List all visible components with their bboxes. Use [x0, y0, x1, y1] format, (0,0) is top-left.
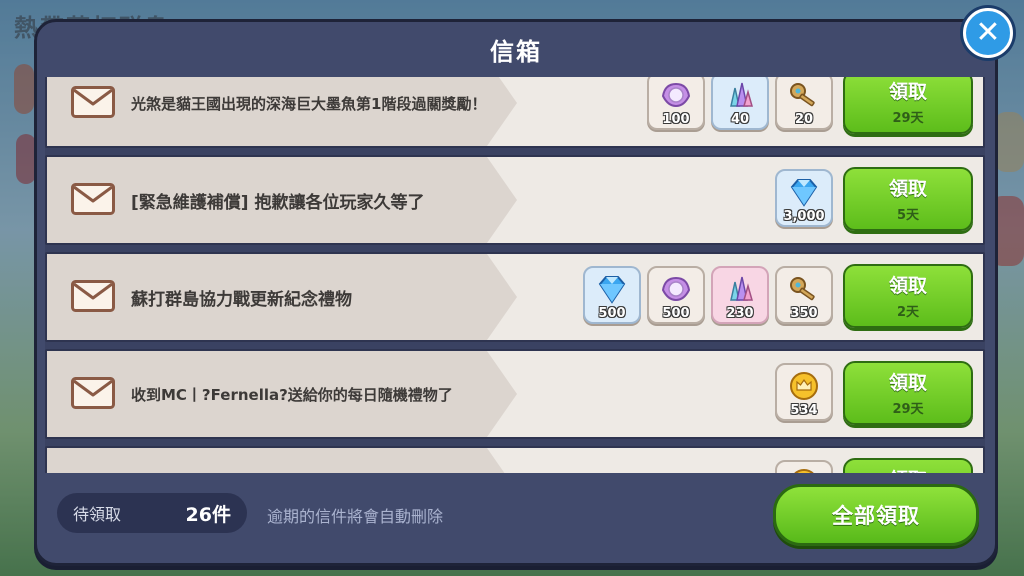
- reward-list: [775, 460, 833, 473]
- reward-quantity: 230: [726, 306, 754, 321]
- crystal-cluster-icon: [723, 268, 757, 308]
- reward-list: 500 500 230 350: [583, 266, 833, 324]
- reward-list: 100 40 20: [647, 77, 833, 130]
- pending-counter: 待領取 26件: [57, 493, 247, 533]
- claim-all-button[interactable]: 全部領取: [773, 484, 979, 546]
- diamond-icon: [787, 171, 821, 211]
- envelope-icon: [71, 183, 115, 215]
- reward-item[interactable]: 534: [775, 363, 833, 421]
- reward-list: 3,000: [775, 169, 833, 227]
- pearl-icon: [659, 268, 693, 308]
- envelope-icon: [71, 377, 115, 409]
- reward-item[interactable]: 350: [775, 266, 833, 324]
- reward-item[interactable]: 40: [711, 77, 769, 130]
- mail-subject: 光煞是貓王國出現的深海巨大墨魚第1階段過關獎勵！: [131, 94, 487, 113]
- reward-quantity: 20: [794, 112, 814, 127]
- reward-item[interactable]: 20: [775, 77, 833, 130]
- reward-list: 534: [775, 363, 833, 421]
- reward-item[interactable]: 500: [647, 266, 705, 324]
- mail-subject: 蘇打群島協力戰更新紀念禮物: [131, 289, 352, 310]
- close-icon: ✕: [975, 15, 1001, 50]
- reward-item[interactable]: 230: [711, 266, 769, 324]
- claim-button[interactable]: 領取: [843, 458, 973, 473]
- mail-subject: 收到펭귄좌送給你的每日隨機禮物了: [131, 448, 399, 473]
- diamond-icon: [595, 268, 629, 308]
- mail-row: [緊急維護補償] 抱歉讓各位玩家久等了 3,000 領取 5天: [45, 155, 985, 245]
- reward-quantity: 40: [730, 112, 750, 127]
- claim-label: 領取: [888, 81, 927, 103]
- claim-label: 領取: [888, 372, 927, 394]
- mail-row: 光煞是貓王國出現的深海巨大墨魚第1階段過關獎勵！ 100 40 20 領取 29天: [45, 77, 985, 148]
- envelope-icon: [71, 280, 115, 312]
- claim-button[interactable]: 領取 29天: [843, 77, 973, 134]
- reward-quantity: 100: [662, 112, 690, 127]
- claim-button[interactable]: 領取 29天: [843, 361, 973, 425]
- reward-item[interactable]: [775, 460, 833, 473]
- reward-item[interactable]: 500: [583, 266, 641, 324]
- days-remaining: 29天: [892, 402, 924, 417]
- claim-button[interactable]: 領取 5天: [843, 167, 973, 231]
- envelope-icon: [71, 86, 115, 118]
- crown-coin-icon: [787, 365, 821, 405]
- pending-label: 待領取: [73, 505, 122, 524]
- mail-row: 收到MC丨?Fernella?送給你的每日隨機禮物了 534 領取 29天: [45, 349, 985, 439]
- mailbox-modal: 信箱 ✕ 光煞是貓王國出現的深海巨大墨魚第1階段過關獎勵！ 100 40 20 領取…: [34, 8, 1013, 566]
- mail-subject: [緊急維護補償] 抱歉讓各位玩家久等了: [131, 192, 425, 213]
- reward-item[interactable]: 100: [647, 77, 705, 130]
- reward-quantity: 350: [790, 306, 818, 321]
- reward-quantity: 500: [662, 306, 690, 321]
- close-button[interactable]: ✕: [963, 8, 1013, 58]
- mail-row: 蘇打群島協力戰更新紀念禮物 500 500 230 350 領取 2天: [45, 252, 985, 342]
- days-remaining: 5天: [896, 208, 920, 223]
- pearl-icon: [659, 77, 693, 114]
- expire-note: 逾期的信件將會自動刪除: [267, 507, 444, 526]
- days-remaining: 29天: [892, 111, 924, 126]
- claim-label: 領取: [888, 275, 927, 297]
- claim-button[interactable]: 領取 2天: [843, 264, 973, 328]
- days-remaining: 2天: [896, 305, 920, 320]
- mail-row: 收到펭귄좌送給你的每日隨機禮物了 領取: [45, 446, 985, 473]
- crystal-cluster-icon: [723, 77, 757, 114]
- reward-quantity: 534: [790, 403, 818, 418]
- mail-subject: 收到MC丨?Fernella?送給你的每日隨機禮物了: [131, 385, 453, 404]
- modal-title: 信箱: [490, 38, 542, 66]
- claim-label: 領取: [888, 178, 927, 200]
- reward-item[interactable]: 3,000: [775, 169, 833, 227]
- key-icon: [787, 268, 821, 308]
- reward-quantity: 3,000: [783, 209, 825, 224]
- reward-quantity: 500: [598, 306, 626, 321]
- key-icon: [787, 77, 821, 114]
- claim-label: 領取: [845, 465, 971, 473]
- mail-list[interactable]: 光煞是貓王國出現的深海巨大墨魚第1階段過關獎勵！ 100 40 20 領取 29天 …: [45, 77, 985, 473]
- pending-count: 26件: [185, 503, 231, 526]
- crown-coin-icon: [787, 462, 821, 473]
- mail-list-content: 光煞是貓王國出現的深海巨大墨魚第1階段過關獎勵！ 100 40 20 領取 29天 …: [45, 77, 985, 473]
